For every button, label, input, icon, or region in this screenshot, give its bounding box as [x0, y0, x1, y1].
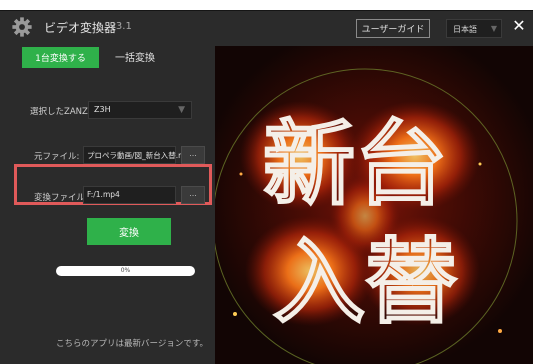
title-bar: ビデオ変換器 v3.1 ユーザーガイド 日本語 ▼ ✕ — [0, 11, 533, 47]
preview-text-line2: 入替 — [273, 229, 457, 336]
output-file-input[interactable]: F:/1.mp4 — [83, 186, 176, 204]
version-status-text: こちらのアプリは最新バージョンです。 — [56, 339, 208, 349]
progress-label: 0% — [120, 267, 131, 274]
language-select[interactable]: 日本語 ▼ — [446, 19, 502, 38]
source-browse-button[interactable]: ... — [181, 146, 205, 164]
app-version: v3.1 — [110, 21, 132, 32]
language-value: 日本語 — [453, 25, 477, 34]
zanzo-select[interactable]: Z3H ▼ — [88, 101, 192, 119]
tab-batch-convert[interactable]: 一括変換 — [115, 49, 155, 64]
tab-single-convert[interactable]: 1台変換する — [22, 47, 99, 68]
convert-button[interactable]: 変換 — [87, 218, 171, 245]
gear-icon — [12, 17, 32, 37]
preview-text-line1: 新台 — [263, 111, 447, 218]
app-title: ビデオ変換器 — [44, 21, 117, 35]
progress-bar: 0% — [56, 266, 195, 276]
video-preview: 新台 入替 — [215, 46, 533, 364]
close-icon[interactable]: ✕ — [512, 18, 526, 34]
output-file-label: 変換ファイル: — [34, 193, 88, 203]
preview-image: 新台 入替 — [215, 46, 533, 364]
output-file-value: F:/1.mp4 — [87, 190, 120, 199]
caret-down-icon: ▼ — [490, 24, 497, 33]
source-file-input[interactable]: プロペラ動画/図_新台入替.mp4 — [83, 146, 195, 164]
caret-down-icon: ▼ — [178, 105, 185, 115]
source-file-label: 元ファイル: — [34, 152, 80, 162]
user-guide-button[interactable]: ユーザーガイド — [356, 19, 430, 38]
zanzo-value: Z3H — [94, 105, 111, 114]
app-window: ビデオ変換器 v3.1 ユーザーガイド 日本語 ▼ ✕ 1台変換する 一括変換 … — [0, 10, 533, 364]
source-file-value: プロペラ動画/図_新台入替.mp4 — [87, 151, 195, 160]
output-browse-button[interactable]: ... — [181, 186, 205, 204]
